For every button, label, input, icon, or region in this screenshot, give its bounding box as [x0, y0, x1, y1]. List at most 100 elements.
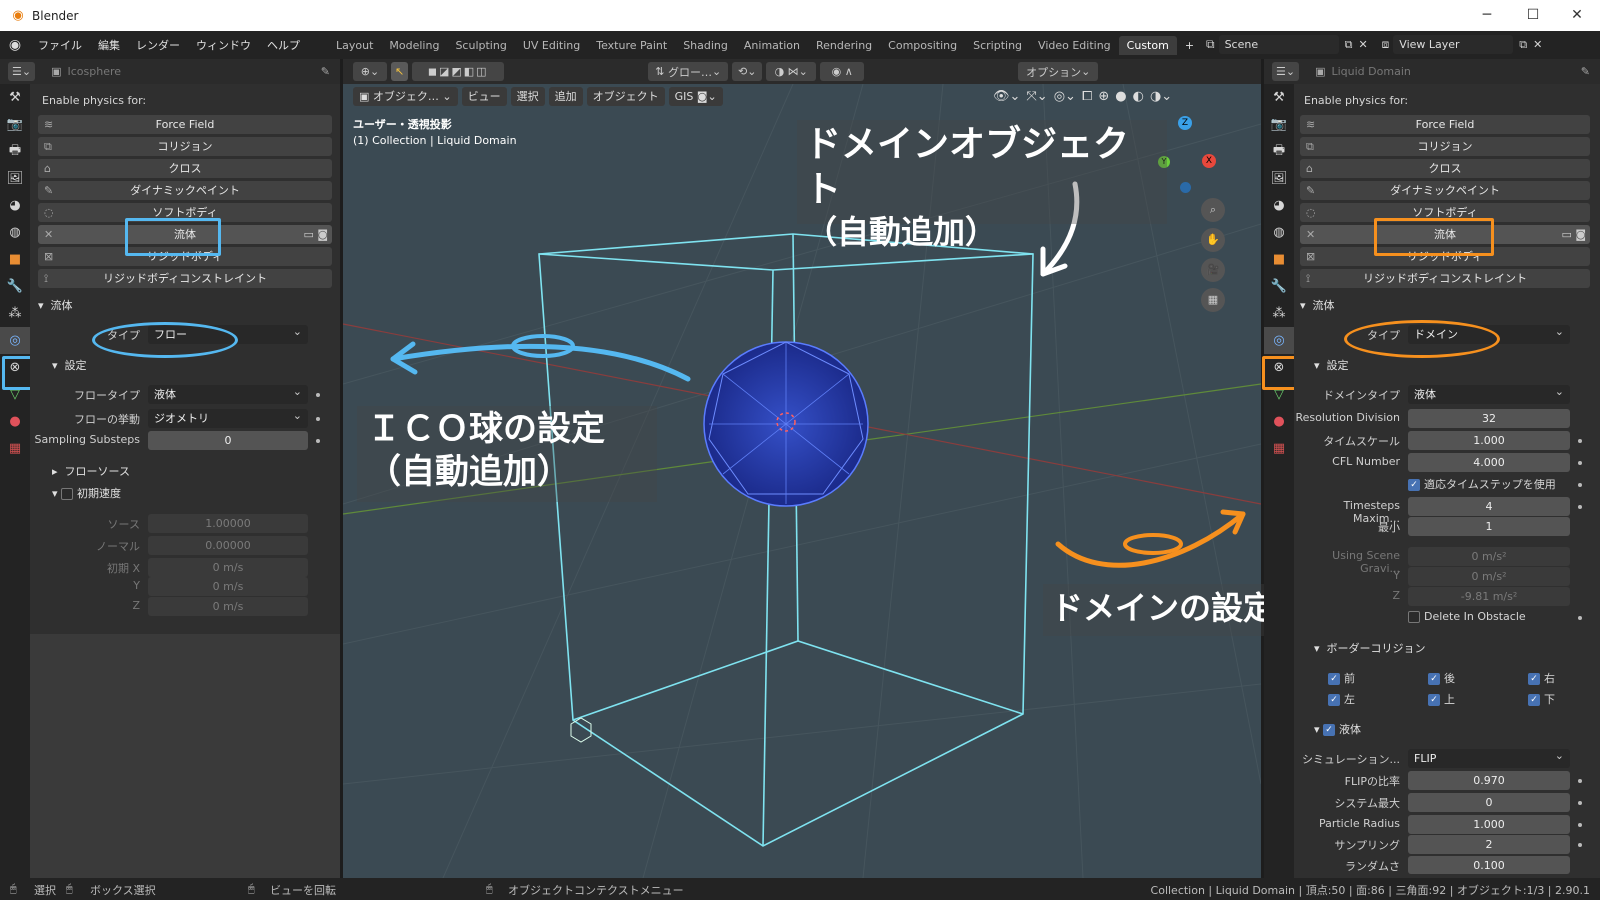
add-menu[interactable]: 追加 — [548, 86, 583, 106]
right-timescale-input[interactable]: 1.000 — [1408, 431, 1570, 450]
right-fluid-section-header[interactable]: ▾ 流体 — [1300, 297, 1335, 313]
select-tool-icon[interactable]: ↖ — [391, 62, 409, 81]
modifier-tab-icon[interactable]: 🔧 — [0, 273, 30, 300]
navigation-gizmo[interactable]: Z X Y — [1158, 116, 1218, 193]
wireframe-shading-icon[interactable]: ⊕ — [1098, 89, 1109, 104]
keyframe-dot[interactable] — [1578, 505, 1582, 509]
scene-field[interactable]: Scene — [1218, 35, 1339, 54]
border-front-checkbox[interactable]: ✓ 前 — [1328, 670, 1355, 686]
transform-orientation-select[interactable]: ⇅ グロー… ⌄ — [648, 62, 729, 81]
keyframe-dot[interactable] — [1578, 779, 1582, 783]
visibility-icon[interactable]: 👁⌄ — [993, 89, 1020, 104]
keyframe-dot[interactable] — [1578, 843, 1582, 847]
tab-scripting[interactable]: Scripting — [965, 36, 1030, 55]
material-tab-icon[interactable]: ● — [0, 408, 30, 435]
tool-tab-icon[interactable]: ⚒ — [0, 84, 30, 111]
keyframe-dot[interactable] — [1578, 461, 1582, 465]
right-adaptive-timesteps[interactable]: ✓ 適応タイムステップを使用 — [1408, 476, 1556, 492]
world-tab-icon[interactable]: ◍ — [1264, 219, 1294, 246]
snap-icon[interactable]: ◑ ⋈⌄ — [766, 62, 817, 81]
right-delete-in-obstacle[interactable]: Delete In Obstacle — [1408, 610, 1526, 623]
keyframe-dot[interactable] — [316, 417, 320, 421]
solid-shading-icon[interactable]: ● — [1115, 89, 1126, 104]
view-layer-tab-icon[interactable]: 🖼 — [1264, 165, 1294, 192]
tab-compositing[interactable]: Compositing — [880, 36, 965, 55]
new-scene-icon[interactable]: ⧉ — [1345, 38, 1353, 52]
overlay-icon[interactable]: ◎⌄ — [1054, 89, 1076, 104]
pin-icon[interactable]: ✎ — [321, 65, 330, 78]
tab-texture-paint[interactable]: Texture Paint — [588, 36, 675, 55]
border-left-checkbox[interactable]: ✓ 左 — [1328, 691, 1355, 707]
right-timesteps-max-input[interactable]: 4 — [1408, 497, 1570, 516]
left-fluid-section-header[interactable]: ▾ 流体 — [38, 297, 73, 313]
right-force-field-button[interactable]: ≋ Force Field — [1300, 115, 1590, 134]
tab-sculpting[interactable]: Sculpting — [447, 36, 514, 55]
xray-icon[interactable]: ⧠ — [1082, 89, 1092, 104]
left-cloth-button[interactable]: ⌂ クロス — [38, 159, 332, 178]
scene-tab-icon[interactable]: ◕ — [1264, 192, 1294, 219]
left-vel-normal-input[interactable]: 0.00000 — [148, 536, 308, 555]
keyframe-dot[interactable] — [1578, 801, 1582, 805]
maximize-button[interactable]: ☐ — [1510, 0, 1556, 31]
editor-type-icon[interactable]: ☰⌄ — [1272, 62, 1300, 81]
physics-tab-icon[interactable]: ◎ — [1264, 327, 1294, 354]
keyframe-dot[interactable] — [1578, 439, 1582, 443]
physics-tab-icon[interactable]: ◎ — [0, 327, 30, 354]
keyframe-dot[interactable] — [1578, 616, 1582, 620]
remove-fluid-icon[interactable]: ✕ — [1306, 225, 1315, 244]
remove-view-layer-icon[interactable]: ✕ — [1533, 38, 1542, 51]
tab-modeling[interactable]: Modeling — [381, 36, 447, 55]
left-flow-source-header[interactable]: ▸ フローソース — [52, 463, 130, 479]
texture-tab-icon[interactable]: ▦ — [1264, 435, 1294, 462]
modifier-tab-icon[interactable]: 🔧 — [1264, 273, 1294, 300]
left-settings-header[interactable]: ▾ 設定 — [52, 357, 87, 373]
render-tab-icon[interactable]: 📷 — [0, 111, 30, 138]
left-vel-z-input[interactable]: 0 m/s — [148, 597, 308, 616]
left-force-field-button[interactable]: ≋ Force Field — [38, 115, 332, 134]
tab-video-editing[interactable]: Video Editing — [1030, 36, 1119, 55]
gizmo-neg-z-axis[interactable] — [1180, 182, 1191, 193]
editor-type-icon[interactable]: ☰⌄ — [8, 62, 36, 81]
output-tab-icon[interactable]: 🖶 — [1264, 138, 1294, 165]
view-layer-tab-icon[interactable]: 🖼 — [0, 165, 30, 192]
texture-tab-icon[interactable]: ▦ — [0, 435, 30, 462]
menu-render[interactable]: レンダー — [128, 37, 188, 53]
close-button[interactable]: ✕ — [1554, 0, 1600, 31]
tab-animation[interactable]: Animation — [736, 36, 808, 55]
right-rigid-body-constraint-button[interactable]: ⟟ リジッドボディコンストレイント — [1300, 269, 1590, 288]
material-tab-icon[interactable]: ● — [1264, 408, 1294, 435]
blender-menu-icon[interactable]: ◉ — [0, 37, 30, 53]
particles-tab-icon[interactable]: ⁂ — [0, 300, 30, 327]
right-system-max-input[interactable]: 0 — [1408, 793, 1570, 812]
remove-scene-icon[interactable]: ✕ — [1358, 38, 1367, 51]
left-sampling-substeps-input[interactable]: 0 — [148, 431, 308, 450]
border-bottom-checkbox[interactable]: ✓ 下 — [1528, 691, 1555, 707]
pivot-point-icon[interactable]: ⟲⌄ — [732, 62, 763, 81]
3d-viewport[interactable]: ▣ オブジェク… ⌄ ビュー 選択 追加 オブジェクト GIS ◙⌄ 👁⌄ ⤧⌄… — [343, 84, 1303, 878]
object-tab-icon[interactable]: ■ — [0, 246, 30, 273]
rendered-shading-icon[interactable]: ◑⌄ — [1150, 89, 1172, 104]
render-tab-icon[interactable]: 📷 — [1264, 111, 1294, 138]
viewport-editor-type-icon[interactable]: ⊕⌄ — [353, 62, 387, 81]
right-gravity-x-input[interactable]: 0 m/s² — [1408, 547, 1570, 566]
right-simulation-method-select[interactable]: FLIP — [1408, 746, 1570, 768]
object-tab-icon[interactable]: ■ — [1264, 246, 1294, 273]
menu-window[interactable]: ウィンドウ — [188, 37, 259, 53]
right-timesteps-min-input[interactable]: 1 — [1408, 517, 1570, 536]
left-dynamic-paint-button[interactable]: ✎ ダイナミックペイント — [38, 181, 332, 200]
new-view-layer-icon[interactable]: ⧉ — [1519, 38, 1527, 52]
gizmo-icon[interactable]: ⤧⌄ — [1026, 89, 1047, 104]
viewport-options-button[interactable]: オプション ⌄ — [1018, 62, 1099, 81]
keyframe-dot[interactable] — [1578, 483, 1582, 487]
mode-select[interactable]: ▣ オブジェク… ⌄ — [353, 86, 458, 106]
keyframe-dot[interactable] — [316, 393, 320, 397]
material-shading-icon[interactable]: ◐ — [1133, 89, 1144, 104]
menu-help[interactable]: ヘルプ — [259, 37, 308, 53]
tab-uv-editing[interactable]: UV Editing — [515, 36, 588, 55]
menu-file[interactable]: ファイル — [30, 37, 90, 53]
left-vel-source-input[interactable]: 1.00000 — [148, 514, 308, 533]
right-settings-header[interactable]: ▾ 設定 — [1314, 357, 1349, 373]
fluid-visibility-icons[interactable]: ▭ ◙ — [303, 225, 328, 244]
left-initial-velocity-header[interactable]: ▾ 初期速度 — [52, 485, 121, 501]
right-randomness-input[interactable]: 0.100 — [1408, 856, 1570, 874]
